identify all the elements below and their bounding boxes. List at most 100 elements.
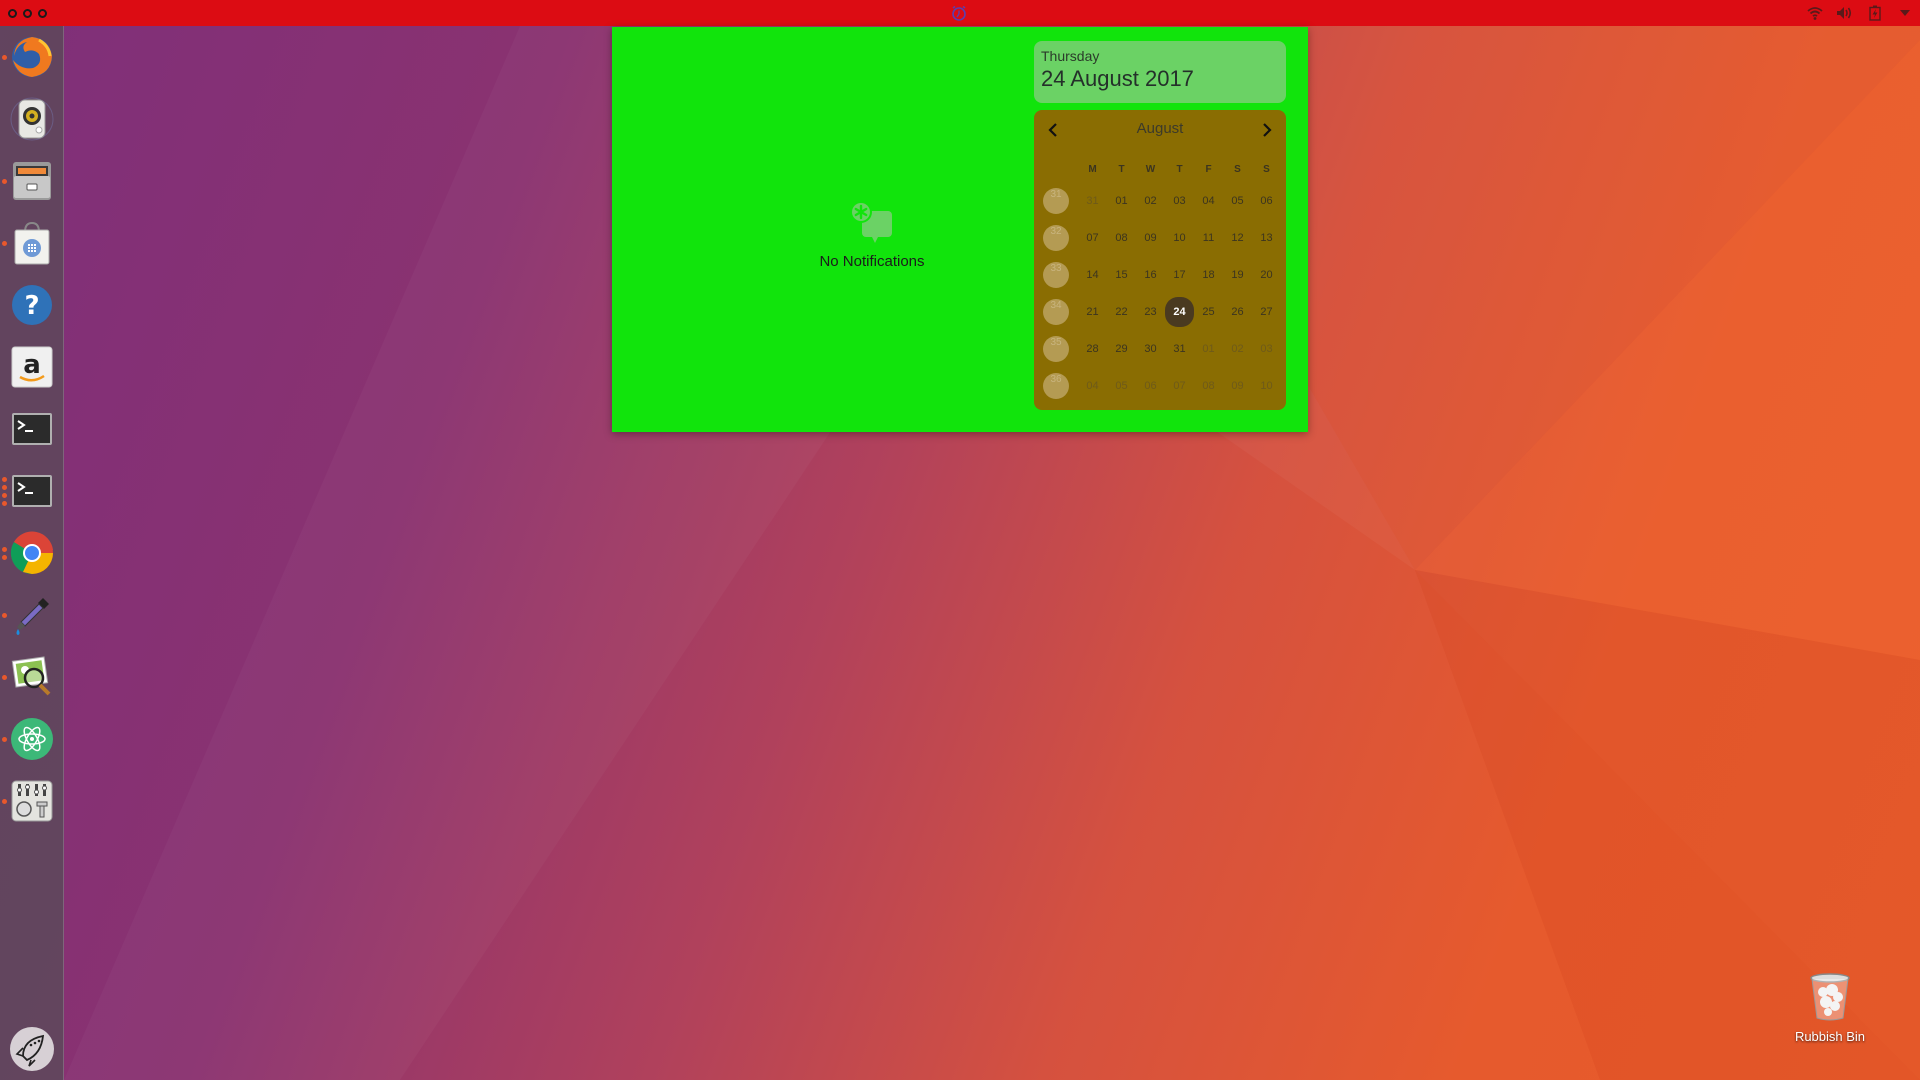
calendar-day[interactable]: 01 — [1107, 186, 1136, 216]
calendar-day[interactable]: 31 — [1165, 334, 1194, 364]
calendar-day[interactable]: 29 — [1107, 334, 1136, 364]
chrome-icon — [9, 530, 55, 576]
calendar-day[interactable]: 14 — [1078, 260, 1107, 290]
calendar-day[interactable]: 23 — [1136, 297, 1165, 327]
terminal-icon — [9, 406, 55, 452]
network-wifi-icon[interactable] — [1806, 4, 1824, 22]
running-indicator — [2, 214, 7, 272]
firefox-icon — [9, 34, 55, 80]
calendar-day[interactable]: 27 — [1252, 297, 1281, 327]
amazon-icon: a — [9, 344, 55, 390]
mixer-icon — [9, 778, 55, 824]
calendar-day[interactable]: 18 — [1194, 260, 1223, 290]
calendar-day[interactable]: 11 — [1194, 223, 1223, 253]
calendar-day[interactable]: 25 — [1194, 297, 1223, 327]
calendar-day[interactable]: 30 — [1136, 334, 1165, 364]
calendar-day[interactable]: 26 — [1223, 297, 1252, 327]
date-full: 24 August 2017 — [1041, 66, 1194, 91]
calendar-day[interactable]: 16 — [1136, 260, 1165, 290]
calendar-day[interactable]: 02 — [1223, 334, 1252, 364]
calendar-day[interactable]: 17 — [1165, 260, 1194, 290]
calendar-nav: August — [1034, 110, 1286, 150]
calendar-day[interactable]: 09 — [1223, 371, 1252, 401]
calendar-day[interactable]: 06 — [1252, 186, 1281, 216]
calendar-day[interactable]: 05 — [1223, 186, 1252, 216]
window-maximize-button[interactable] — [38, 8, 47, 18]
launcher-item-image-viewer[interactable] — [0, 648, 64, 706]
running-indicator — [2, 772, 7, 830]
running-indicator — [2, 152, 7, 210]
launcher-item-color-picker[interactable] — [0, 586, 64, 644]
calendar-day[interactable]: 03 — [1252, 334, 1281, 364]
calendar-day[interactable]: 07 — [1165, 371, 1194, 401]
calendar-day[interactable]: 04 — [1194, 186, 1223, 216]
launcher-item-sound-mixer[interactable] — [0, 772, 64, 830]
calendar-day[interactable]: 03 — [1165, 186, 1194, 216]
calendar-day[interactable]: 21 — [1078, 297, 1107, 327]
calendar-day[interactable]: 20 — [1252, 260, 1281, 290]
launcher-item-terminal-2[interactable] — [0, 462, 64, 520]
window-minimize-button[interactable] — [23, 8, 32, 18]
week-number: 36 — [1043, 372, 1069, 399]
atom-icon — [9, 716, 55, 762]
weekday-header: T — [1176, 163, 1183, 175]
alarm-clock-icon[interactable] — [950, 4, 968, 22]
notification-bubble-icon — [850, 201, 892, 243]
rocket-icon — [9, 1026, 55, 1072]
system-menu-chevron-icon[interactable] — [1896, 4, 1914, 22]
launcher: ? a — [0, 26, 64, 1080]
weekday-header: S — [1234, 163, 1241, 175]
launcher-item-rhythmbox[interactable] — [0, 90, 64, 148]
launcher-item-chrome[interactable] — [0, 524, 64, 582]
calendar-day[interactable]: 01 — [1194, 334, 1223, 364]
launcher-item-files[interactable] — [0, 152, 64, 210]
file-cabinet-icon — [9, 158, 55, 204]
notification-panel: No Notifications Thursday 24 August 2017… — [612, 27, 1308, 432]
calendar-day[interactable]: 07 — [1078, 223, 1107, 253]
calendar-day[interactable]: 02 — [1136, 186, 1165, 216]
volume-icon[interactable] — [1836, 4, 1854, 22]
calendar-day[interactable]: 10 — [1165, 223, 1194, 253]
launcher-item-amazon[interactable]: a — [0, 338, 64, 396]
weekday-header: S — [1263, 163, 1270, 175]
calendar-day[interactable]: 22 — [1107, 297, 1136, 327]
window-close-button[interactable] — [8, 8, 17, 18]
launcher-item-rocket[interactable] — [0, 1020, 64, 1078]
calendar-month-label: August — [1136, 120, 1184, 137]
launcher-item-terminal[interactable] — [0, 400, 64, 458]
calendar-day[interactable]: 10 — [1252, 371, 1281, 401]
indicator-area — [1806, 0, 1914, 26]
running-indicator — [2, 28, 7, 86]
calendar-day[interactable]: 05 — [1107, 371, 1136, 401]
trash-icon — [1810, 973, 1850, 1021]
calendar-day[interactable]: 15 — [1107, 260, 1136, 290]
speaker-icon — [9, 96, 55, 142]
running-indicator — [2, 462, 7, 520]
week-number: 31 — [1043, 187, 1069, 214]
battery-charging-icon[interactable] — [1866, 4, 1884, 22]
desktop-icon-rubbish-bin[interactable]: Rubbish Bin — [1780, 972, 1880, 1044]
launcher-item-ubuntu-software[interactable] — [0, 214, 64, 272]
image-magnifier-icon — [9, 654, 55, 700]
calendar-day[interactable]: 31 — [1078, 186, 1107, 216]
launcher-item-atom[interactable] — [0, 710, 64, 768]
calendar-day[interactable]: 09 — [1136, 223, 1165, 253]
calendar-day[interactable]: 28 — [1078, 334, 1107, 364]
calendar-day[interactable]: 19 — [1223, 260, 1252, 290]
svg-text:?: ? — [24, 291, 39, 321]
terminal-icon — [9, 468, 55, 514]
calendar: August M T W T F S S 31 31 01 02 03 04 05 06 32 0… — [1034, 110, 1286, 410]
next-month-button[interactable] — [1257, 120, 1277, 140]
launcher-item-help[interactable]: ? — [0, 276, 64, 334]
calendar-day[interactable]: 12 — [1223, 223, 1252, 253]
help-icon: ? — [9, 282, 55, 328]
calendar-day[interactable]: 08 — [1194, 371, 1223, 401]
launcher-item-firefox[interactable] — [0, 28, 64, 86]
calendar-day[interactable]: 08 — [1107, 223, 1136, 253]
calendar-day-today[interactable]: 24 — [1165, 296, 1194, 327]
desktop-icon-label: Rubbish Bin — [1794, 1029, 1866, 1044]
date-weekday: Thursday — [1041, 48, 1100, 64]
calendar-day[interactable]: 04 — [1078, 371, 1107, 401]
calendar-day[interactable]: 13 — [1252, 223, 1281, 253]
calendar-day[interactable]: 06 — [1136, 371, 1165, 401]
